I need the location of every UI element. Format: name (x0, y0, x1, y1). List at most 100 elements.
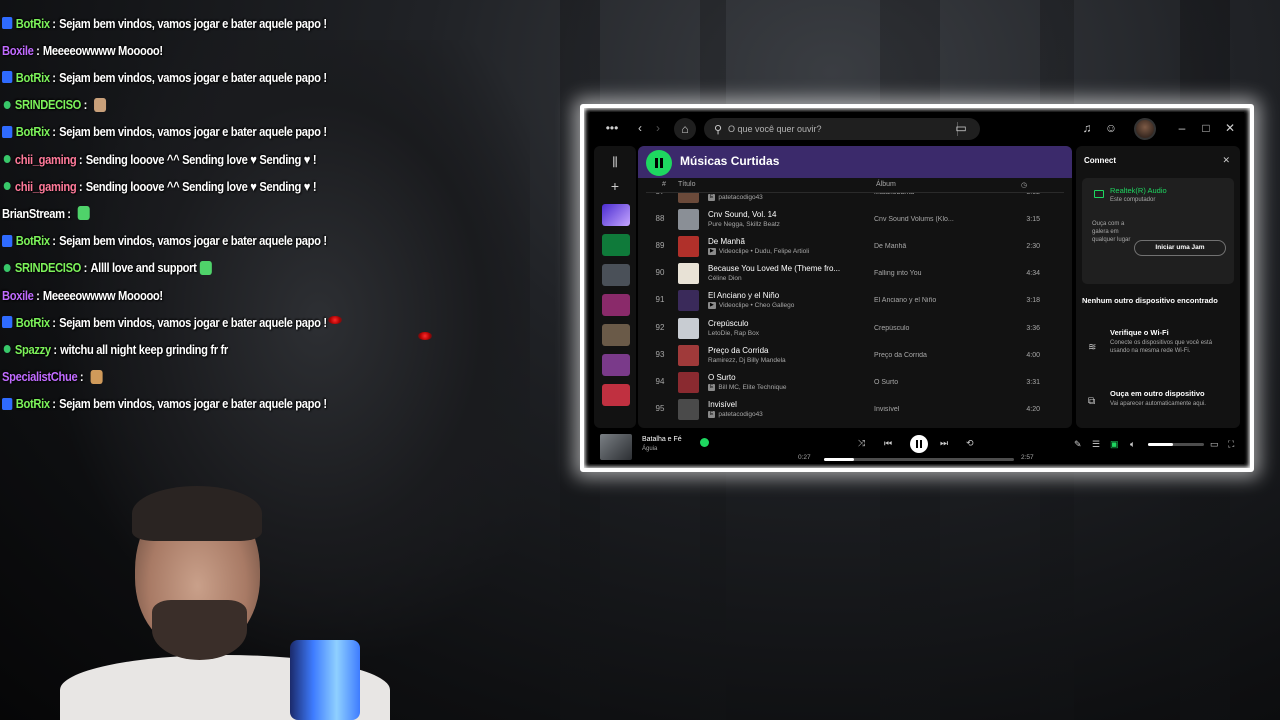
close-window-icon[interactable]: ✕ (1224, 120, 1236, 136)
now-playing-title[interactable]: Batalha e Fé (642, 436, 682, 443)
library-icon[interactable]: ⫼ (608, 154, 622, 170)
miniplayer-icon[interactable]: ▭ (1210, 439, 1219, 450)
chat-username[interactable]: SRINDECISO (15, 260, 81, 275)
now-playing-cover[interactable] (600, 434, 632, 460)
browse-icon[interactable]: ▭ (954, 120, 968, 136)
emote-icon (90, 369, 103, 384)
chat-username[interactable]: BrianStream (2, 206, 65, 221)
track-album[interactable]: Preço da Corrida (874, 352, 974, 359)
jam-description: Ouça com a galera em qualquer lugar (1092, 221, 1131, 243)
track-album[interactable]: Crepúsculo (874, 325, 974, 332)
notifications-icon[interactable]: ♫ (1080, 120, 1094, 136)
chat-message: BotRix: Sejam bem vindos, vamos jogar e b… (2, 67, 327, 87)
chat-message: Spazzy: witchu all night keep grinding fr… (2, 339, 228, 359)
track-title[interactable]: O Surto (708, 373, 868, 382)
chat-username[interactable]: BotRix (16, 233, 50, 248)
now-playing-view-icon[interactable]: ✎ (1074, 439, 1082, 450)
add-icon[interactable]: + (608, 178, 622, 194)
track-row[interactable]: 95 Invisível Epatetacodigo43 Invisível 4:20 (638, 396, 1072, 423)
track-artist[interactable]: Epatetacodigo43 (708, 194, 868, 201)
minimize-icon[interactable]: – (1176, 120, 1188, 136)
track-row[interactable]: 88 Cnv Sound, Vol. 14 Pure Negga, Skillz B… (638, 206, 1072, 233)
chat-username[interactable]: Boxile (2, 288, 34, 303)
saved-check-icon[interactable] (700, 438, 709, 447)
saved-episodes-item[interactable] (602, 234, 630, 256)
chat-username[interactable]: chii_gaming (15, 152, 77, 167)
track-artist[interactable]: ▶ Videoclipe • Dudu, Felipe Artioli (708, 248, 868, 256)
track-title[interactable]: Crepúsculo (708, 319, 868, 328)
pause-playlist-button[interactable] (646, 150, 672, 176)
track-artist[interactable]: Epatetacodigo43 (708, 410, 868, 418)
progress-bar[interactable] (824, 458, 1014, 461)
menu-dots-icon[interactable]: ••• (604, 120, 620, 136)
start-jam-button[interactable]: Iniciar uma Jam (1134, 240, 1226, 256)
track-row[interactable]: 91 El Anciano y el Niño ▶ Videoclipe • Cheo… (638, 287, 1072, 314)
device-name[interactable]: Realtek(R) Audio (1110, 186, 1167, 195)
track-row[interactable]: 87 Epatetacodigo43 Malakobama 3:02 (638, 193, 1072, 206)
chat-username[interactable]: SRINDECISO (15, 97, 81, 112)
track-row[interactable]: 93 Preço da Corrida Ramirezz, Dj Billy Man… (638, 342, 1072, 369)
track-album[interactable]: De Manhã (874, 243, 974, 250)
user-avatar[interactable] (1134, 118, 1156, 140)
chat-username[interactable]: Boxile (2, 43, 34, 58)
track-artist[interactable]: ▶ Videoclipe • Cheo Gallego (708, 302, 868, 310)
track-artist[interactable]: Pure Negga, Skillz Beatz (708, 221, 868, 228)
liked-songs-item[interactable] (602, 204, 630, 226)
search-input[interactable]: ⚲ O que você quer ouvir? (704, 118, 980, 140)
track-artist[interactable]: E Bill MC, Elite Technique (708, 383, 868, 391)
track-title[interactable]: Cnv Sound, Vol. 14 (708, 210, 868, 219)
track-row[interactable]: 90 Because You Loved Me (Theme fro... Céli… (638, 260, 1072, 287)
chat-username[interactable]: BotRix (16, 396, 50, 411)
shuffle-icon[interactable]: ⤨ (858, 438, 865, 449)
close-icon[interactable]: ✕ (1222, 155, 1230, 166)
chat-message: BotRix: Sejam bem vindos, vamos jogar e b… (2, 122, 327, 142)
chat-username[interactable]: BotRix (16, 315, 50, 330)
track-title[interactable]: El Anciano y el Niño (708, 291, 868, 300)
track-artist[interactable]: Céline Dion (708, 275, 868, 282)
home-icon[interactable]: ⌂ (674, 118, 696, 140)
queue-icon[interactable]: ☰ (1092, 439, 1100, 450)
volume-icon[interactable]: 🔈︎ (1130, 439, 1135, 450)
repeat-icon[interactable]: ⟲ (966, 438, 974, 449)
fullscreen-icon[interactable]: ⛶ (1228, 439, 1234, 450)
chat-username[interactable]: BotRix (16, 16, 50, 31)
track-artist[interactable]: Ramirezz, Dj Billy Mandela (708, 357, 868, 364)
track-row[interactable]: 94 O Surto E Bill MC, Elite Technique O Surt… (638, 369, 1072, 396)
track-artist[interactable]: LetoDie, Rap Box (708, 330, 868, 337)
track-title[interactable]: Preço da Corrida (708, 346, 868, 355)
track-album[interactable]: Cnv Sound Volums (Klo... (874, 216, 974, 223)
next-icon[interactable]: ⏭ (940, 438, 948, 449)
maximize-icon[interactable]: □ (1200, 120, 1212, 136)
volume-slider[interactable] (1148, 443, 1204, 446)
track-album[interactable]: O Surto (874, 379, 974, 386)
playlist-item-1[interactable] (602, 264, 630, 286)
chat-message: BotRix: Sejam bem vindos, vamos jogar e b… (2, 394, 327, 414)
chat-username[interactable]: BotRix (16, 70, 50, 85)
track-row[interactable]: 89 De Manhã ▶ Videoclipe • Dudu, Felipe Art… (638, 233, 1072, 260)
track-album[interactable]: Falling into You (874, 270, 974, 277)
track-album[interactable]: Invisível (874, 406, 974, 413)
chat-username[interactable]: Spazzy (15, 342, 51, 357)
chat-username[interactable]: chii_gaming (15, 179, 77, 194)
track-title[interactable]: Because You Loved Me (Theme fro... (708, 264, 868, 273)
back-arrow-icon[interactable]: ‹ (634, 120, 646, 136)
chat-username[interactable]: SpecialistChue (2, 369, 78, 384)
friends-icon[interactable]: ☺ (1104, 120, 1118, 136)
pause-button[interactable] (910, 435, 928, 453)
playlist-item-4[interactable] (602, 354, 630, 376)
track-title[interactable]: Invisível (708, 400, 868, 409)
now-playing-artist[interactable]: Águia (642, 446, 657, 452)
playlist-item-2[interactable] (602, 294, 630, 316)
playlist-item-5[interactable] (602, 384, 630, 406)
track-album[interactable]: Malakobama (874, 193, 974, 196)
column-title[interactable]: Título (678, 181, 696, 188)
previous-icon[interactable]: ⏮ (884, 438, 892, 449)
connect-device-icon[interactable]: ▣ (1110, 439, 1119, 450)
track-title[interactable]: De Manhã (708, 237, 868, 246)
playlist-item-3[interactable] (602, 324, 630, 346)
chat-username[interactable]: BotRix (16, 124, 50, 139)
forward-arrow-icon[interactable]: › (652, 120, 664, 136)
track-album[interactable]: El Anciano y el Niño (874, 297, 974, 304)
column-album[interactable]: Álbum (876, 181, 896, 188)
track-row[interactable]: 92 Crepúsculo LetoDie, Rap Box Crepúsculo 3:… (638, 315, 1072, 342)
